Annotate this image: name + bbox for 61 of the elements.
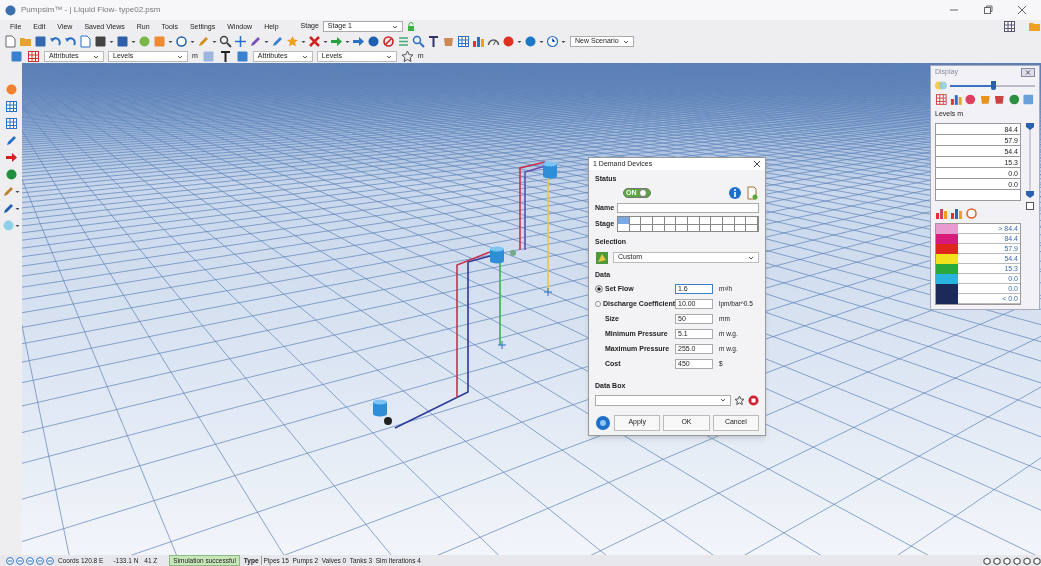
new-document-icon[interactable] [4,35,17,48]
undo-icon[interactable] [49,35,62,48]
list-icon[interactable] [397,35,410,48]
map-icon[interactable] [595,250,609,265]
nodes-icon[interactable] [4,100,18,113]
stage-cell[interactable] [711,217,723,231]
chevron-down-icon [720,397,726,403]
pencil-icon[interactable] [249,35,262,48]
zoom-icon[interactable] [219,35,232,48]
name-field[interactable] [617,202,759,213]
stage-cell[interactable] [653,217,665,231]
stage-cell[interactable] [746,217,758,231]
pipe-network-drawing[interactable] [373,161,557,429]
table-icon[interactable] [4,117,18,130]
chevron-down-icon [385,53,392,60]
document-icon[interactable] [745,185,759,200]
table-icon[interactable] [457,35,470,48]
radio-button[interactable] [595,285,603,293]
opacity-slider[interactable] [950,84,1035,87]
chevron-down-icon [177,53,183,60]
chevron-down-icon [301,53,308,60]
text-icon[interactable] [218,50,232,63]
close-icon[interactable] [753,160,761,168]
stage-cell[interactable] [688,217,700,231]
zoom-icon[interactable] [412,35,425,48]
redo-icon[interactable] [64,35,77,48]
sphere-icon[interactable] [4,83,18,96]
chart-icon[interactable] [472,35,485,48]
star-icon[interactable] [734,394,745,406]
chevron-down-icon [391,23,398,30]
layout-icon[interactable] [1003,20,1016,33]
clock-icon[interactable] [546,35,559,48]
stage-cell[interactable] [618,217,630,231]
star-icon[interactable] [286,35,299,48]
color-blend-icon[interactable] [935,81,947,90]
range-slider-drawing[interactable] [1025,122,1035,201]
window-title: Pumpsim™ - | Liquid Flow- type02.psm [21,4,161,16]
stage-cell[interactable] [676,217,688,231]
chevron-down-icon [93,53,99,60]
chevron-down-icon [623,38,629,45]
no-entry-icon[interactable] [382,35,395,48]
lock-icon[interactable] [406,21,415,32]
delete-icon[interactable] [748,394,759,406]
restore-icon[interactable] [983,5,993,15]
stage-cell[interactable] [723,217,735,231]
arrow-right-icon[interactable] [330,35,343,48]
color-wheel-icon[interactable] [965,206,978,220]
app-logo-icon [4,3,17,17]
close-icon[interactable] [1017,5,1027,15]
chevron-down-icon [748,254,754,261]
star-icon[interactable] [400,50,414,63]
text-icon[interactable] [427,35,440,48]
stage-cell[interactable] [641,217,653,231]
color-table-icon[interactable] [27,50,40,63]
checkbox[interactable] [1026,201,1034,210]
pointer-icon[interactable] [4,151,18,164]
radio-button[interactable] [595,300,602,308]
record-icon[interactable] [502,35,515,48]
circle-tool-icon[interactable] [175,35,188,48]
delete-icon[interactable] [308,35,321,48]
move-icon[interactable] [234,35,247,48]
